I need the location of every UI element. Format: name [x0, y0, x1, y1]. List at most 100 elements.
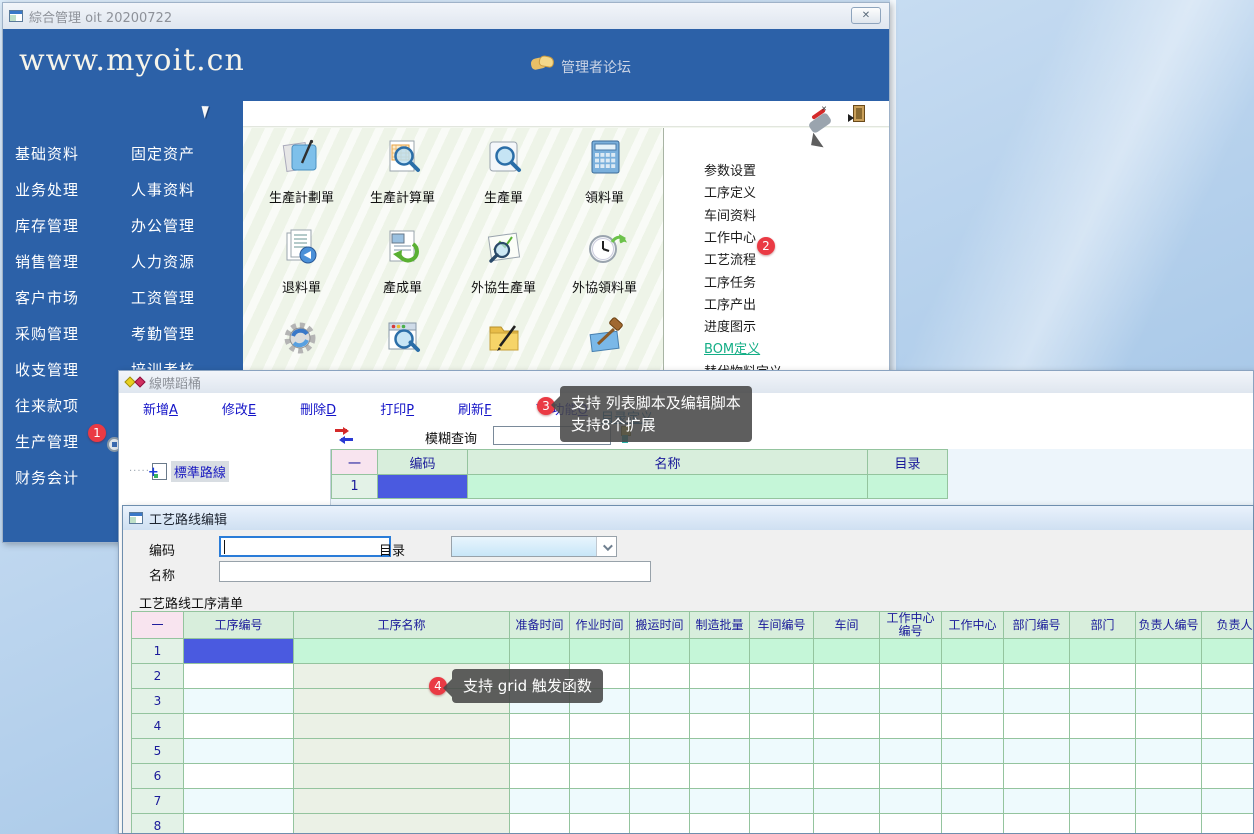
operation-grid-cell[interactable] — [1004, 814, 1070, 834]
operation-grid-cell[interactable] — [942, 789, 1004, 814]
operation-grid-cell[interactable] — [690, 789, 750, 814]
sidebar-item-col2-2[interactable]: 人事资料 — [131, 179, 195, 200]
operation-grid-cell[interactable] — [1136, 639, 1202, 664]
operation-grid-cell[interactable] — [750, 814, 814, 834]
operation-col-header[interactable]: 作业时间 — [570, 612, 630, 639]
routes-col-header[interactable]: 目录 — [868, 450, 948, 475]
operation-grid-cell[interactable] — [690, 664, 750, 689]
right-menu-item-3[interactable]: 车间资料 — [704, 205, 756, 224]
operation-grid-cell[interactable] — [942, 739, 1004, 764]
operation-col-header[interactable]: 制造批量 — [690, 612, 750, 639]
operation-grid-cell[interactable] — [814, 789, 880, 814]
operation-grid-cell[interactable] — [880, 739, 942, 764]
app-icon-plan-note[interactable]: 生產計劃單 — [251, 136, 352, 216]
operation-grid-cell[interactable] — [630, 764, 690, 789]
sidebar-item-col2-4[interactable]: 人力资源 — [131, 251, 195, 272]
operation-grid-cell[interactable] — [630, 789, 690, 814]
operation-grid-cell[interactable] — [690, 739, 750, 764]
operation-grid-cell[interactable] — [184, 764, 294, 789]
forum-link[interactable]: 管理者论坛 — [561, 57, 631, 77]
operation-grid-cell[interactable] — [294, 789, 510, 814]
operation-col-header[interactable]: 负责人 — [1202, 612, 1254, 639]
operation-grid-cell[interactable] — [880, 664, 942, 689]
operation-grid-cell[interactable] — [294, 739, 510, 764]
operation-grid-cell[interactable] — [750, 789, 814, 814]
operation-grid-cell[interactable] — [1202, 664, 1254, 689]
operation-col-header[interactable]: 搬运时间 — [630, 612, 690, 639]
operation-grid-cell[interactable] — [630, 639, 690, 664]
sidebar-item-9[interactable]: 生产管理 — [15, 431, 79, 452]
routes-grid-cell[interactable] — [468, 475, 868, 499]
app-icon-clock-arrow[interactable]: 外協領料單 — [554, 226, 655, 306]
operation-col-header[interactable]: 工作中心 — [942, 612, 1004, 639]
right-menu-item-5[interactable]: 工艺流程 — [704, 249, 756, 268]
right-menu-item-8[interactable]: 进度图示 — [704, 316, 756, 335]
toolbar-item-delete[interactable]: 刪除D — [300, 399, 336, 418]
edit-window-titlebar[interactable]: 工艺路线编辑 — [123, 506, 1253, 530]
operation-grid-cell[interactable] — [294, 639, 510, 664]
operation-grid-cell[interactable] — [630, 814, 690, 834]
operation-grid-cell[interactable] — [1070, 714, 1136, 739]
operation-grid-cell[interactable] — [1136, 739, 1202, 764]
app-icon-return-list[interactable]: 退料單 — [251, 226, 352, 306]
operation-grid-cell[interactable] — [184, 814, 294, 834]
operation-grid-cell[interactable] — [880, 639, 942, 664]
operation-grid-cell[interactable] — [630, 664, 690, 689]
operation-col-header[interactable]: 工作中心编号 — [880, 612, 942, 639]
operation-col-header[interactable]: 工序名称 — [294, 612, 510, 639]
operation-grid-cell[interactable] — [570, 764, 630, 789]
operation-grid-cell[interactable] — [1004, 764, 1070, 789]
right-menu-item-9[interactable]: BOM定义 — [704, 338, 760, 357]
operation-grid-cell[interactable] — [1070, 639, 1136, 664]
operation-grid-cell[interactable] — [814, 664, 880, 689]
row-number-cell[interactable]: 7 — [132, 789, 184, 814]
operation-grid-cell[interactable] — [1136, 714, 1202, 739]
sidebar-item-col2-6[interactable]: 考勤管理 — [131, 323, 195, 344]
operation-grid-cell[interactable] — [880, 814, 942, 834]
operation-grid-cell[interactable] — [690, 764, 750, 789]
operation-grid-cell[interactable] — [510, 789, 570, 814]
routes-grid-cell[interactable] — [378, 475, 468, 499]
operation-grid-cell[interactable] — [570, 739, 630, 764]
operation-grid-cell[interactable] — [184, 789, 294, 814]
exit-door-icon[interactable] — [853, 105, 865, 122]
operation-grid-cell[interactable] — [1136, 664, 1202, 689]
sidebar-item-1[interactable]: 基础资料 — [15, 143, 79, 164]
operation-grid-cell[interactable] — [570, 814, 630, 834]
operation-grid-cell[interactable] — [690, 714, 750, 739]
row-number-cell[interactable]: 1 — [132, 639, 184, 664]
operation-col-header[interactable]: 工序编号 — [184, 612, 294, 639]
toolbar-item-print[interactable]: 打印P — [380, 399, 414, 418]
operation-grid-cell[interactable] — [690, 689, 750, 714]
operation-grid-cell[interactable] — [942, 764, 1004, 789]
operation-grid-cell[interactable] — [570, 789, 630, 814]
operation-grid-cell[interactable] — [1202, 689, 1254, 714]
sidebar-item-col2-1[interactable]: 固定资产 — [131, 143, 195, 164]
operation-grid-cell[interactable] — [942, 639, 1004, 664]
row-number-cell[interactable]: 2 — [132, 664, 184, 689]
operation-col-header[interactable]: 部门编号 — [1004, 612, 1070, 639]
app-icon-map-search[interactable]: 外協生產單 — [453, 226, 554, 306]
operation-grid-cell[interactable] — [510, 739, 570, 764]
operation-grid-cell[interactable] — [1004, 689, 1070, 714]
routes-col-header[interactable]: 编码 — [378, 450, 468, 475]
operation-grid-cell[interactable] — [880, 764, 942, 789]
sidebar-item-7[interactable]: 收支管理 — [15, 359, 79, 380]
operation-grid-cell[interactable] — [570, 714, 630, 739]
app-icon-calc-search[interactable]: 生產計算單 — [352, 136, 453, 216]
operation-grid-cell[interactable] — [1202, 789, 1254, 814]
directory-combobox[interactable] — [451, 536, 617, 557]
operation-grid-cell[interactable] — [510, 714, 570, 739]
toolbar-item-new[interactable]: 新增A — [143, 399, 178, 418]
row-number-cell[interactable]: 8 — [132, 814, 184, 834]
operation-grid-cell[interactable] — [814, 689, 880, 714]
operation-grid-cell[interactable] — [510, 764, 570, 789]
operation-grid-cell[interactable] — [880, 689, 942, 714]
tree-item-standard-route[interactable]: ····· 標準路線 — [129, 461, 229, 482]
operation-grid-cell[interactable] — [184, 739, 294, 764]
name-input[interactable] — [219, 561, 651, 582]
operation-grid-cell[interactable] — [1202, 639, 1254, 664]
operation-grid-cell[interactable] — [814, 639, 880, 664]
operation-grid-cell[interactable] — [1202, 714, 1254, 739]
operation-grid-cell[interactable] — [630, 714, 690, 739]
